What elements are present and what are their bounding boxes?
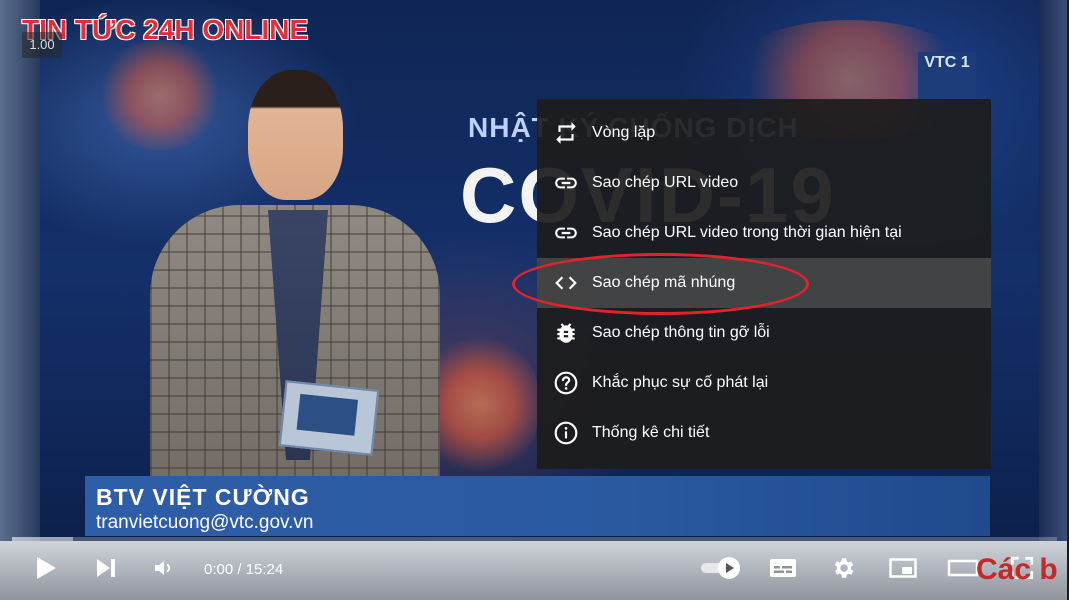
menu-item-troubleshoot-playback[interactable]: Khắc phục sự cố phát lại (537, 358, 991, 408)
progress-bar[interactable] (12, 537, 1057, 541)
menu-item-label: Thống kê chi tiết (592, 424, 710, 441)
video-player[interactable]: NHẬT KÝ CHỐNG DỊCH COVID-19 VTC 1 BTV VI… (0, 0, 1069, 600)
corner-overlay-text: Các b (976, 553, 1058, 586)
highlight-annotation-ellipse (512, 253, 809, 315)
lower-third-email: tranvietcuong@vtc.gov.vn (96, 512, 314, 533)
menu-item-label: Sao chép thông tin gỡ lỗi (592, 324, 770, 341)
play-button[interactable] (28, 552, 64, 588)
theater-mode-icon (947, 556, 979, 585)
menu-item-stats-for-nerds[interactable]: Thống kê chi tiết (537, 408, 991, 458)
menu-item-loop[interactable]: Vòng lặp (537, 108, 991, 158)
debug-icon (551, 318, 581, 348)
link-icon (551, 168, 581, 198)
studio-backdrop-left (0, 0, 40, 600)
subtitles-icon (768, 556, 798, 585)
play-icon (34, 555, 58, 586)
menu-item-label: Khắc phục sự cố phát lại (592, 374, 769, 391)
menu-item-copy-url-at-time[interactable]: Sao chép URL video trong thời gian hiện … (537, 208, 991, 258)
progress-buffer (12, 537, 73, 541)
anchor-cue-card (278, 380, 380, 456)
menu-item-label: Sao chép URL video (592, 174, 739, 191)
miniplayer-icon (888, 556, 918, 585)
news-anchor-head (248, 70, 343, 200)
menu-item-label: Sao chép URL video trong thời gian hiện … (592, 224, 902, 241)
autoplay-toggle[interactable] (699, 552, 745, 588)
help-circle-icon (551, 368, 581, 398)
loop-icon (551, 118, 581, 148)
miniplayer-button[interactable] (885, 552, 921, 588)
subtitles-button[interactable] (765, 552, 801, 588)
virus-graphic (95, 40, 225, 150)
speed-badge: 1.00 (22, 32, 62, 58)
time-display: 0:00 / 15:24 (204, 561, 284, 578)
settings-button[interactable] (825, 552, 861, 588)
link-icon (551, 218, 581, 248)
autoplay-toggle-icon (699, 555, 745, 586)
studio-backdrop-right (1039, 0, 1069, 600)
menu-item-label: Vòng lặp (592, 124, 656, 141)
skip-next-icon (94, 556, 118, 585)
volume-icon (152, 556, 176, 585)
menu-item-copy-debug-info[interactable]: Sao chép thông tin gỡ lỗi (537, 308, 991, 358)
info-circle-icon (551, 418, 581, 448)
menu-item-copy-url[interactable]: Sao chép URL video (537, 158, 991, 208)
gear-icon (830, 555, 856, 586)
brand-overlay: TIN TỨC 24H ONLINE (22, 14, 309, 45)
mute-button[interactable] (146, 552, 182, 588)
channel-logo: VTC 1 (918, 52, 976, 102)
next-button[interactable] (88, 552, 124, 588)
lower-third-name: BTV VIỆT CƯỜNG (96, 484, 310, 510)
